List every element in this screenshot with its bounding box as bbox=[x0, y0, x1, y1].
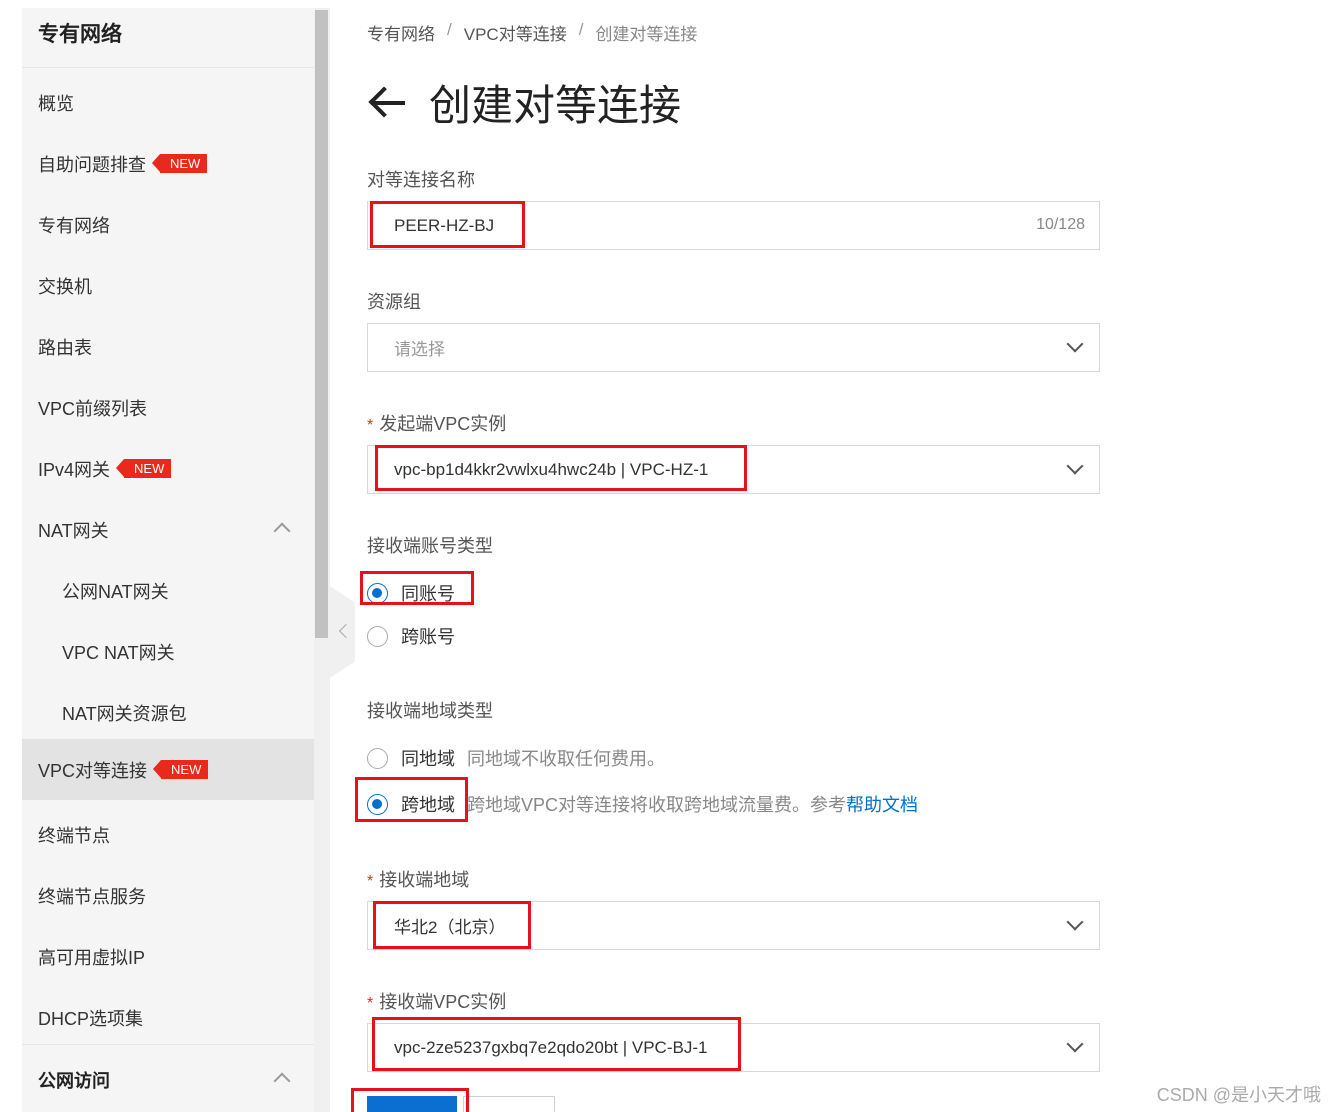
scrollbar-thumb[interactable] bbox=[315, 10, 328, 638]
help-doc-link[interactable]: 帮助文档 bbox=[846, 791, 918, 817]
breadcrumb-item[interactable]: VPC对等连接 bbox=[464, 20, 567, 45]
sidebar-item-ipv4-gateway[interactable]: IPv4网关 NEW bbox=[22, 438, 314, 499]
initiator-vpc-value: vpc-bp1d4kkr2vwlxu4hwc24b | VPC-HZ-1 bbox=[394, 459, 709, 479]
char-counter: 10/128 bbox=[1036, 216, 1085, 233]
sidebar-item-label: DHCP选项集 bbox=[38, 1008, 144, 1029]
sidebar-item-vpc[interactable]: 专有网络 bbox=[22, 194, 314, 255]
new-badge: NEW bbox=[152, 760, 209, 779]
chevron-down-icon bbox=[1066, 457, 1084, 475]
sidebar-item-nat-gateway[interactable]: NAT网关 bbox=[22, 499, 314, 560]
sidebar-item-self-troubleshoot[interactable]: 自助问题排查 NEW bbox=[22, 133, 314, 194]
watermark: CSDN @是小天才哦 bbox=[1156, 1085, 1321, 1105]
sidebar-item-vswitch[interactable]: 交换机 bbox=[22, 255, 314, 316]
chevron-up-icon bbox=[273, 522, 291, 540]
radio-label: 跨账号 bbox=[401, 627, 455, 647]
sidebar-divider bbox=[22, 67, 314, 68]
sidebar-item-label: VPC NAT网关 bbox=[62, 642, 175, 663]
sidebar-item-label: 终端节点服务 bbox=[38, 886, 146, 907]
resource-group-placeholder: 请选择 bbox=[394, 340, 445, 359]
accepter-vpc-label-text: 接收端VPC实例 bbox=[379, 992, 507, 1012]
page-header: 创建对等连接 bbox=[367, 72, 681, 133]
cancel-button[interactable] bbox=[463, 1096, 555, 1112]
breadcrumb-separator: / bbox=[447, 20, 452, 39]
confirm-button[interactable] bbox=[367, 1096, 457, 1112]
accepter-vpc-value: vpc-2ze5237gxbq7e2qdo20bt | VPC-BJ-1 bbox=[394, 1037, 708, 1057]
sidebar-item-nat-package[interactable]: NAT网关资源包 bbox=[22, 682, 314, 743]
new-badge: NEW bbox=[151, 154, 208, 173]
radio-description: 同地域不收取任何费用。 bbox=[467, 749, 665, 769]
accepter-region-select[interactable]: 华北2（北京） bbox=[367, 901, 1100, 950]
sidebar-item-public-nat[interactable]: 公网NAT网关 bbox=[22, 560, 314, 621]
breadcrumb-item[interactable]: 专有网络 bbox=[367, 20, 435, 45]
required-mark: * bbox=[367, 417, 374, 434]
sidebar-item-prefix-list[interactable]: VPC前缀列表 bbox=[22, 377, 314, 438]
required-mark: * bbox=[367, 873, 374, 890]
sidebar-item-label: 专有网络 bbox=[38, 215, 110, 236]
radio-unchecked-icon[interactable] bbox=[367, 747, 388, 769]
sidebar-item-label: VPC前缀列表 bbox=[38, 398, 148, 419]
sidebar-item-label: NAT网关资源包 bbox=[62, 703, 187, 724]
peering-name-input[interactable]: PEER-HZ-BJ 10/128 bbox=[367, 201, 1100, 250]
radio-same-region[interactable]: 同地域 同地域不收取任何费用。 bbox=[367, 745, 665, 771]
radio-label: 同账号 bbox=[401, 584, 455, 604]
radio-cross-region[interactable]: 跨地域 跨地域VPC对等连接将收取跨地域流量费。参考 帮助文档 bbox=[367, 791, 918, 817]
resource-group-select[interactable]: 请选择 bbox=[367, 323, 1100, 372]
initiator-vpc-label-text: 发起端VPC实例 bbox=[379, 414, 507, 434]
accepter-region-value: 华北2（北京） bbox=[394, 918, 506, 937]
sidebar-item-vpc-peering[interactable]: VPC对等连接 NEW bbox=[22, 739, 314, 800]
breadcrumb: 专有网络 / VPC对等连接 / 创建对等连接 bbox=[367, 20, 697, 45]
sidebar-item-label: 路由表 bbox=[38, 337, 92, 358]
sidebar-divider bbox=[22, 1044, 314, 1045]
radio-cross-account[interactable]: 跨账号 bbox=[367, 623, 455, 649]
initiator-vpc-select[interactable]: vpc-bp1d4kkr2vwlxu4hwc24b | VPC-HZ-1 bbox=[367, 445, 1100, 494]
sidebar-item-label: 终端节点 bbox=[38, 825, 110, 846]
new-badge: NEW bbox=[115, 459, 172, 478]
sidebar-item-havip[interactable]: 高可用虚拟IP bbox=[22, 926, 314, 987]
sidebar-item-vpc-nat[interactable]: VPC NAT网关 bbox=[22, 621, 314, 682]
chevron-down-icon bbox=[1066, 335, 1084, 353]
sidebar-item-label: 自助问题排查 bbox=[38, 154, 146, 175]
initiator-vpc-label: * 发起端VPC实例 bbox=[367, 410, 506, 436]
page-title: 创建对等连接 bbox=[429, 82, 682, 129]
required-mark: * bbox=[367, 995, 374, 1012]
sidebar-item-label: NAT网关 bbox=[38, 520, 109, 541]
region-type-label: 接收端地域类型 bbox=[367, 701, 493, 721]
radio-unchecked-icon[interactable] bbox=[367, 625, 388, 647]
radio-same-account[interactable]: 同账号 bbox=[367, 580, 455, 606]
sidebar-item-endpoint[interactable]: 终端节点 bbox=[22, 804, 314, 865]
breadcrumb-current: 创建对等连接 bbox=[595, 25, 698, 44]
radio-label: 同地域 bbox=[401, 749, 455, 769]
breadcrumb-separator: / bbox=[578, 20, 584, 39]
radio-checked-icon[interactable] bbox=[367, 582, 388, 604]
accepter-vpc-select[interactable]: vpc-2ze5237gxbq7e2qdo20bt | VPC-BJ-1 bbox=[367, 1023, 1100, 1072]
sidebar-item-label: 高可用虚拟IP bbox=[38, 947, 146, 968]
back-arrow-icon[interactable] bbox=[367, 83, 407, 123]
chevron-down-icon bbox=[1066, 1035, 1084, 1053]
sidebar-item-dhcp[interactable]: DHCP选项集 bbox=[22, 987, 314, 1048]
radio-checked-icon[interactable] bbox=[367, 793, 388, 815]
sidebar-group-public-access[interactable]: 公网访问 bbox=[22, 1049, 314, 1110]
chevron-down-icon bbox=[1066, 913, 1084, 931]
accepter-region-label: * 接收端地域 bbox=[367, 866, 469, 892]
sidebar-item-label: VPC对等连接 bbox=[38, 760, 148, 781]
sidebar-item-label: 交换机 bbox=[38, 276, 92, 297]
resource-group-label: 资源组 bbox=[367, 292, 421, 312]
sidebar-item-label: IPv4网关 bbox=[38, 459, 111, 480]
peering-name-value: PEER-HZ-BJ bbox=[394, 215, 495, 235]
sidebar-item-label: 公网访问 bbox=[38, 1070, 110, 1091]
sidebar-item-endpoint-service[interactable]: 终端节点服务 bbox=[22, 865, 314, 926]
radio-description: 跨地域VPC对等连接将收取跨地域流量费。参考 bbox=[467, 795, 847, 815]
name-label: 对等连接名称 bbox=[367, 170, 475, 190]
sidebar-item-overview[interactable]: 概览 bbox=[22, 72, 314, 133]
sidebar: 专有网络 概览 自助问题排查 NEW 专有网络 交换机 路由表 VPC前缀列表 I… bbox=[22, 8, 314, 1112]
accepter-vpc-label: * 接收端VPC实例 bbox=[367, 988, 506, 1014]
accepter-region-label-text: 接收端地域 bbox=[379, 870, 470, 890]
sidebar-item-label: 概览 bbox=[38, 93, 74, 114]
sidebar-item-label: 公网NAT网关 bbox=[62, 581, 169, 602]
radio-label: 跨地域 bbox=[401, 795, 455, 815]
sidebar-title: 专有网络 bbox=[38, 23, 122, 46]
account-type-label: 接收端账号类型 bbox=[367, 536, 493, 556]
sidebar-item-route-table[interactable]: 路由表 bbox=[22, 316, 314, 377]
chevron-up-icon bbox=[273, 1072, 291, 1090]
